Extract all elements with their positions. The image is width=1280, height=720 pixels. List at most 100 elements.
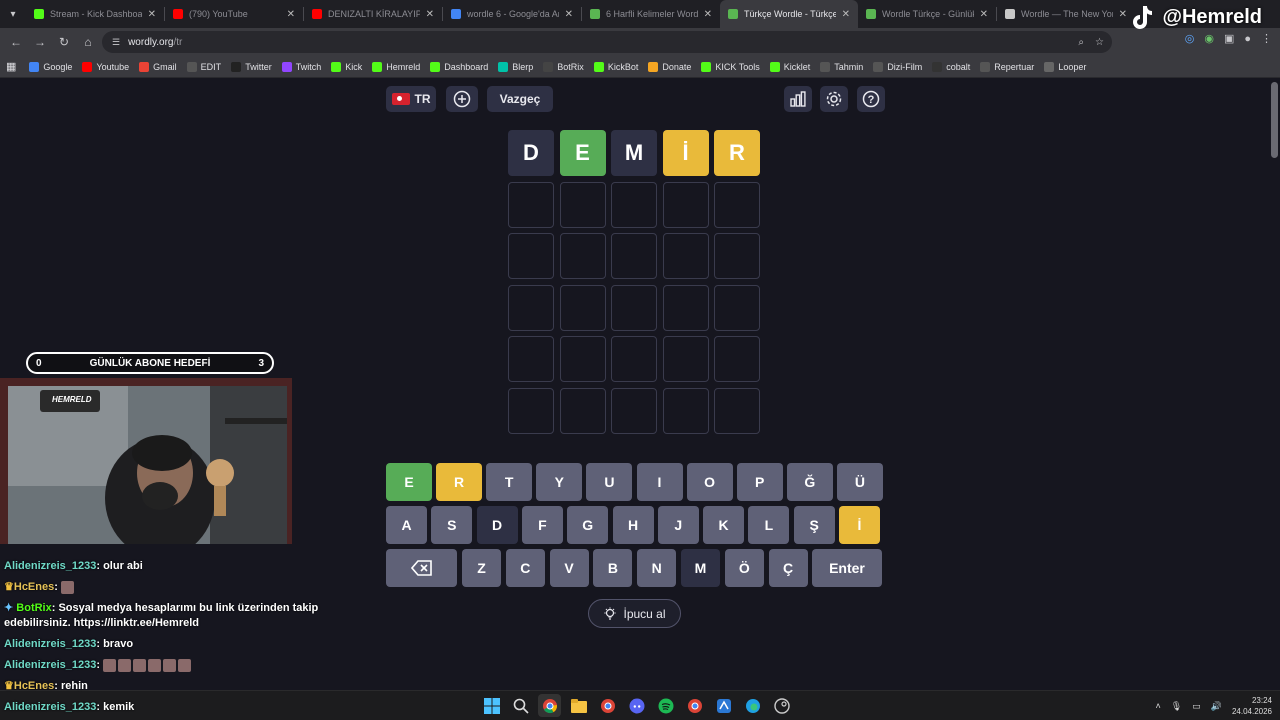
bookmark-item[interactable]: Dizi-Film: [868, 61, 927, 72]
page-scrollbar[interactable]: [1271, 82, 1278, 158]
key-ö[interactable]: Ö: [724, 549, 764, 587]
key-o[interactable]: O: [686, 463, 733, 501]
app-blue-icon[interactable]: [712, 694, 735, 717]
bookmark-item[interactable]: Blerp: [493, 61, 538, 72]
key-g[interactable]: G: [567, 506, 609, 544]
key-e[interactable]: E: [386, 463, 432, 501]
vpn-shield-icon[interactable]: ◉: [1204, 32, 1214, 45]
reload-icon[interactable]: ↻: [52, 30, 76, 54]
profile-avatar-icon[interactable]: ●: [1244, 33, 1251, 45]
key-c[interactable]: C: [505, 549, 545, 587]
chrome-alt-icon[interactable]: [683, 694, 706, 717]
tab-close-icon[interactable]: ✕: [148, 9, 156, 20]
site-info-icon[interactable]: ☰: [112, 37, 120, 48]
hint-button[interactable]: İpucu al: [588, 599, 681, 628]
key-ş[interactable]: Ş: [793, 506, 835, 544]
key-r[interactable]: R: [436, 463, 483, 501]
bookmark-item[interactable]: KickBot: [589, 61, 644, 72]
tray-chevron-icon[interactable]: ˄: [1156, 701, 1161, 711]
browser-tab[interactable]: Wordle Türkçe - Günlük K ✕: [858, 0, 996, 28]
browser-tab[interactable]: Stream - Kick Dashboard ✕: [26, 0, 164, 28]
discord-icon[interactable]: [625, 694, 648, 717]
key-i[interactable]: I: [636, 463, 683, 501]
bookmark-item[interactable]: Repertuar: [975, 61, 1039, 72]
key-t[interactable]: T: [486, 463, 533, 501]
bookmark-item[interactable]: EDIT: [182, 61, 227, 72]
bookmark-item[interactable]: KICK Tools: [696, 61, 764, 72]
tab-close-icon[interactable]: ✕: [1119, 9, 1127, 20]
bookmark-item[interactable]: Looper: [1039, 61, 1091, 72]
key-ç[interactable]: Ç: [768, 549, 808, 587]
give-up-button[interactable]: Vazgeç: [487, 86, 553, 112]
extensions-puzzle-icon[interactable]: ▣: [1224, 32, 1234, 45]
bookmark-item[interactable]: BotRix: [538, 61, 589, 72]
browser-menu-icon[interactable]: ⋮: [1261, 32, 1272, 45]
tab-close-icon[interactable]: ✕: [980, 9, 988, 20]
bookmark-item[interactable]: Gmail: [134, 61, 182, 72]
bookmark-item[interactable]: Donate: [643, 61, 696, 72]
bookmark-item[interactable]: Twitch: [277, 61, 327, 72]
key-i̇[interactable]: İ: [839, 506, 880, 544]
url-field[interactable]: ☰ wordly.org/tr ⌕ ☆: [102, 31, 1112, 53]
key-j[interactable]: J: [657, 506, 699, 544]
key-b[interactable]: B: [593, 549, 633, 587]
browser-tab[interactable]: Wordle — The New York ✕: [997, 0, 1135, 28]
bookmark-item[interactable]: Kicklet: [765, 61, 816, 72]
search-icon[interactable]: [509, 694, 532, 717]
help-button[interactable]: ?: [857, 86, 885, 112]
browser-tab[interactable]: Türkçe Wordle - Türkçe K ✕: [720, 0, 858, 28]
bookmark-star-icon[interactable]: ☆: [1095, 37, 1104, 48]
key-p[interactable]: P: [736, 463, 783, 501]
tab-close-icon[interactable]: ✕: [704, 9, 712, 20]
key-f[interactable]: F: [521, 506, 563, 544]
bookmark-item[interactable]: cobalt: [927, 61, 975, 72]
key-k[interactable]: K: [703, 506, 745, 544]
network-icon[interactable]: ▭: [1192, 701, 1201, 712]
microphone-icon[interactable]: 🎙: [1171, 701, 1182, 712]
tab-close-icon[interactable]: ✕: [842, 9, 850, 20]
start-windows-icon[interactable]: [480, 694, 503, 717]
browser-tab[interactable]: wordle 6 - Google'da Ara ✕: [443, 0, 581, 28]
key-h[interactable]: H: [612, 506, 654, 544]
key-a[interactable]: A: [386, 506, 427, 544]
browser-tab[interactable]: 6 Harfli Kelimeler Wordle ✕: [582, 0, 720, 28]
backspace-key[interactable]: [386, 549, 457, 587]
settings-button[interactable]: [820, 86, 848, 112]
chrome-profile-icon[interactable]: [596, 694, 619, 717]
new-game-button[interactable]: [446, 86, 478, 112]
key-s[interactable]: S: [431, 506, 473, 544]
browser-tab[interactable]: DENIZALTI KİRALAYIP BU ✕: [304, 0, 442, 28]
extension-icon[interactable]: ◎: [1185, 32, 1195, 45]
volume-icon[interactable]: 🔊: [1211, 701, 1222, 712]
key-l[interactable]: L: [748, 506, 790, 544]
key-m[interactable]: M: [681, 549, 720, 587]
bookmark-item[interactable]: Tahmin: [815, 61, 868, 72]
tab-close-icon[interactable]: ✕: [565, 9, 573, 20]
apps-grid-icon[interactable]: ▦: [6, 60, 16, 73]
back-arrow-icon[interactable]: ←: [4, 30, 28, 54]
chrome-taskbar-icon[interactable]: [538, 694, 561, 717]
bookmark-item[interactable]: Twitter: [226, 61, 277, 72]
key-u[interactable]: U: [586, 463, 633, 501]
clock[interactable]: 23:24 24.04.2026: [1232, 695, 1272, 717]
bookmark-item[interactable]: Kick: [326, 61, 367, 72]
bookmark-item[interactable]: Youtube: [77, 61, 134, 72]
file-explorer-icon[interactable]: [567, 694, 590, 717]
home-icon[interactable]: ⌂: [76, 30, 100, 54]
spotify-icon[interactable]: [654, 694, 677, 717]
bookmark-item[interactable]: Hemreld: [367, 61, 425, 72]
forward-arrow-icon[interactable]: →: [28, 30, 52, 54]
enter-key[interactable]: Enter: [812, 549, 882, 587]
key-z[interactable]: Z: [462, 549, 501, 587]
zoom-icon[interactable]: ⌕: [1078, 37, 1084, 48]
language-button[interactable]: TR: [386, 86, 436, 112]
tab-search-chevron-icon[interactable]: ▾: [0, 0, 26, 28]
bookmark-item[interactable]: Google: [24, 61, 77, 72]
key-v[interactable]: V: [549, 549, 589, 587]
key-d[interactable]: D: [476, 506, 518, 544]
key-n[interactable]: N: [637, 549, 677, 587]
statistics-button[interactable]: [784, 86, 812, 112]
bookmark-item[interactable]: Dashboard: [425, 61, 493, 72]
key-ğ[interactable]: Ğ: [786, 463, 833, 501]
tab-close-icon[interactable]: ✕: [426, 9, 434, 20]
